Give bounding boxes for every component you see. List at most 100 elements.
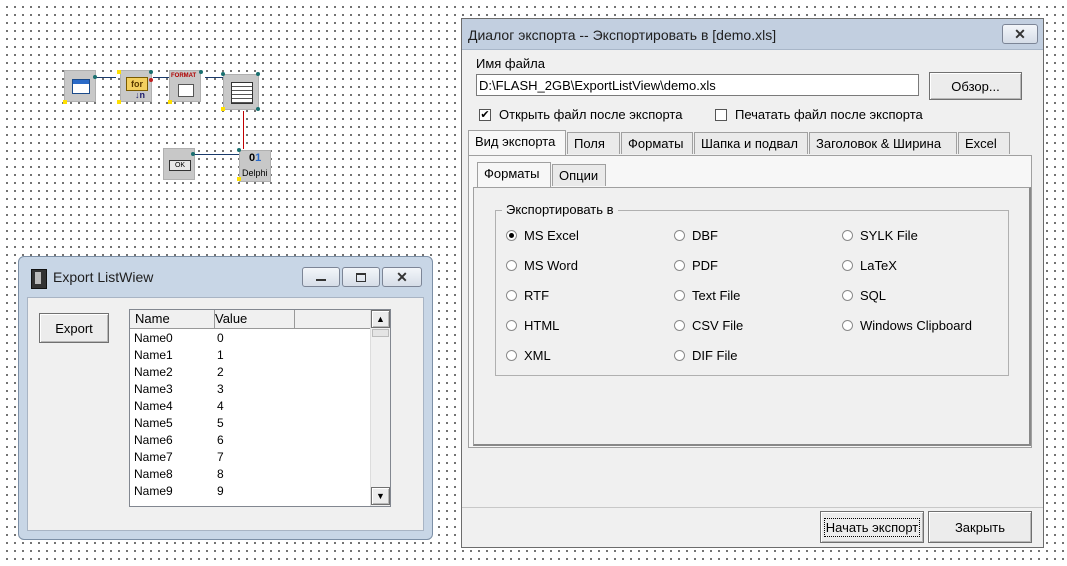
format-component[interactable]: FORMAT xyxy=(169,70,201,102)
scroll-down-button[interactable]: ▼ xyxy=(371,487,390,505)
divider xyxy=(462,507,1043,508)
dialog-titlebar: Диалог экспорта -- Экспортировать в [dem… xyxy=(462,19,1043,50)
form-component[interactable] xyxy=(64,70,96,102)
point-marker xyxy=(149,78,153,82)
format-label: HTML xyxy=(524,318,560,333)
radio-icon xyxy=(674,290,685,301)
tab-formats[interactable]: Форматы xyxy=(621,132,693,154)
format-radio[interactable]: CSV File xyxy=(674,318,743,333)
scroll-thumb[interactable] xyxy=(372,329,389,337)
subtab-page: Экспортировать в MS Excel DBF SYLK File MS … xyxy=(473,187,1031,446)
browse-button[interactable]: Обзор... xyxy=(929,72,1022,100)
radio-icon xyxy=(674,320,685,331)
arrow-down-icon: ▼ xyxy=(376,491,385,501)
cell-value: 1 xyxy=(217,348,224,362)
cell-value: 2 xyxy=(217,365,224,379)
radio-icon xyxy=(674,260,685,271)
radio-icon xyxy=(506,320,517,331)
subtab-formats[interactable]: Форматы xyxy=(477,162,551,187)
vertical-scrollbar[interactable]: ▲ ▼ xyxy=(370,310,390,506)
filename-label: Имя файла xyxy=(476,56,545,71)
point-marker xyxy=(256,107,260,111)
window-title: Export ListWiew xyxy=(53,269,154,285)
radio-icon xyxy=(674,230,685,241)
open-after-export-label: Открыть файл после экспорта xyxy=(499,107,683,122)
sub-tabs: Форматы Опции xyxy=(477,162,677,188)
open-after-export-checkbox[interactable]: ✔ Открыть файл после экспорта xyxy=(479,107,682,122)
close-icon: ✕ xyxy=(396,268,408,285)
start-export-button[interactable]: Начать экспорт xyxy=(820,511,924,543)
client-area: Export Name Value Name0 0 Name1 1 Name2 2 Name… xyxy=(27,297,424,531)
format-radio[interactable]: LaTeX xyxy=(842,258,897,273)
cell-value: 6 xyxy=(217,433,224,447)
tab-excel[interactable]: Excel xyxy=(958,132,1010,154)
close-dialog-button[interactable]: Закрыть xyxy=(928,511,1032,543)
point-marker xyxy=(199,70,203,74)
delphi-component[interactable]: 01 Delphi xyxy=(239,150,271,182)
format-radio[interactable]: SYLK File xyxy=(842,228,918,243)
main-tabs: Вид экспорта Поля Форматы Шапка и подвал… xyxy=(468,130,1038,156)
arrow-up-icon: ▲ xyxy=(376,314,385,324)
print-after-export-label: Печатать файл после экспорта xyxy=(735,107,923,122)
point-marker xyxy=(221,107,225,111)
column-header-value[interactable]: Value xyxy=(210,310,295,328)
format-radio[interactable]: MS Excel xyxy=(506,228,579,243)
cell-name: Name9 xyxy=(134,484,173,498)
scroll-up-button[interactable]: ▲ xyxy=(371,310,390,328)
cell-name: Name5 xyxy=(134,416,173,430)
filename-input[interactable] xyxy=(476,74,919,96)
point-marker xyxy=(63,100,67,104)
close-button[interactable]: ✕ xyxy=(382,267,422,287)
for-loop-component[interactable]: for ↓n xyxy=(120,70,152,102)
format-radio[interactable]: PDF xyxy=(674,258,718,273)
format-label: SQL xyxy=(860,288,887,303)
binary-icon: 01 xyxy=(249,152,262,164)
tab-export-view[interactable]: Вид экспорта xyxy=(468,130,566,155)
tab-caption-width[interactable]: Заголовок & Ширина xyxy=(809,132,957,154)
listview[interactable]: Name Value Name0 0 Name1 1 Name2 2 Name3 3 Name4… xyxy=(129,309,391,507)
point-marker xyxy=(149,70,153,74)
format-label: RTF xyxy=(524,288,550,303)
format-radio[interactable]: SQL xyxy=(842,288,886,303)
cell-name: Name4 xyxy=(134,399,173,413)
dialog-title: Диалог экспорта -- Экспортировать в [dem… xyxy=(468,27,777,43)
subtab-options[interactable]: Опции xyxy=(552,164,606,186)
cell-name: Name1 xyxy=(134,348,173,362)
document-icon xyxy=(178,84,194,97)
checkbox-icon xyxy=(715,108,727,121)
format-radio[interactable]: Text File xyxy=(674,288,740,303)
format-radio[interactable]: RTF xyxy=(506,288,549,303)
format-radio[interactable]: DBF xyxy=(674,228,718,243)
minimize-icon xyxy=(316,279,326,281)
film-icon xyxy=(31,269,47,289)
cell-name: Name0 xyxy=(134,331,173,345)
cell-value: 8 xyxy=(217,467,224,481)
column-header-name[interactable]: Name xyxy=(130,310,215,328)
tab-fields[interactable]: Поля xyxy=(567,132,620,154)
format-radio[interactable]: XML xyxy=(506,348,551,363)
point-marker xyxy=(237,177,241,181)
cell-value: 9 xyxy=(217,484,224,498)
format-label: SYLK File xyxy=(860,228,918,243)
group-label: Экспортировать в xyxy=(502,202,618,217)
format-radio[interactable]: HTML xyxy=(506,318,559,333)
radio-icon xyxy=(506,260,517,271)
link-wire xyxy=(243,111,244,149)
cell-value: 3 xyxy=(217,382,224,396)
export-button[interactable]: Export xyxy=(39,313,109,343)
point-marker xyxy=(237,148,241,152)
format-radio[interactable]: MS Word xyxy=(506,258,578,273)
tab-header-footer[interactable]: Шапка и подвал xyxy=(694,132,808,154)
minimize-button[interactable] xyxy=(302,267,340,287)
print-after-export-checkbox[interactable]: Печатать файл после экспорта xyxy=(715,107,937,122)
format-label: DBF xyxy=(692,228,718,243)
dialog-close-button[interactable]: ✕ xyxy=(1002,24,1038,44)
maximize-button[interactable] xyxy=(342,267,380,287)
format-radio[interactable]: DIF File xyxy=(674,348,738,363)
point-marker xyxy=(256,72,260,76)
radio-icon xyxy=(506,290,517,301)
radio-icon xyxy=(506,350,517,361)
listview-component[interactable] xyxy=(223,74,259,110)
cell-name: Name7 xyxy=(134,450,173,464)
format-radio[interactable]: Windows Clipboard xyxy=(842,318,972,333)
